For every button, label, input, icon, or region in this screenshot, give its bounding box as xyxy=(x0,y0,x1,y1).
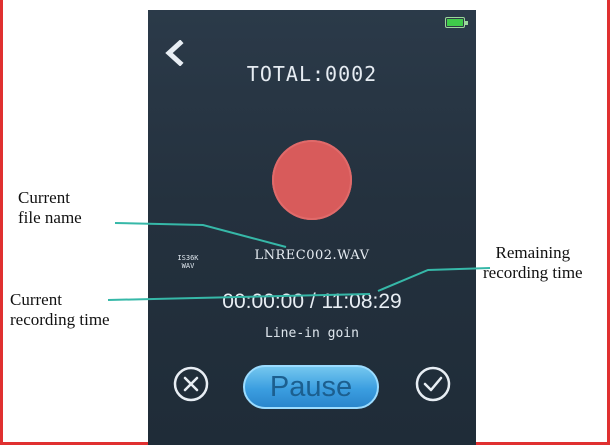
recorder-screen: TOTAL:0002 IS36K WAV LNREC002.WAV 00:00:… xyxy=(148,10,476,445)
current-recording-time: 00:00:00 xyxy=(222,290,305,313)
remaining-time-annotation-line1: Remaining xyxy=(495,243,571,262)
remaining-time-annotation-line2: recording time xyxy=(483,263,583,282)
current-time-annotation-line1: Current xyxy=(10,290,62,309)
time-display: 00:00:00 / 11:08:29 xyxy=(148,290,476,314)
battery-icon xyxy=(445,17,468,28)
record-button[interactable] xyxy=(272,140,352,220)
file-name-annotation-line1: Current xyxy=(18,188,70,207)
current-time-annotation-line2: recording time xyxy=(10,310,110,329)
total-count: TOTAL:0002 xyxy=(246,62,378,86)
close-circle-icon[interactable] xyxy=(172,365,210,403)
input-mode: Line-in goin xyxy=(265,326,359,341)
check-circle-icon[interactable] xyxy=(414,365,452,403)
remaining-recording-time: 11:08:29 xyxy=(321,290,402,313)
file-name-annotation: Current file name xyxy=(18,188,82,228)
file-name-annotation-line2: file name xyxy=(18,208,82,227)
current-time-annotation: Current recording time xyxy=(10,290,110,330)
format-type: WAV xyxy=(181,262,195,270)
pause-button[interactable]: Pause xyxy=(243,365,379,409)
remaining-time-annotation: Remaining recording time xyxy=(483,243,583,283)
time-separator: / xyxy=(309,290,316,313)
current-file-name: LNREC002.WAV xyxy=(254,248,370,263)
